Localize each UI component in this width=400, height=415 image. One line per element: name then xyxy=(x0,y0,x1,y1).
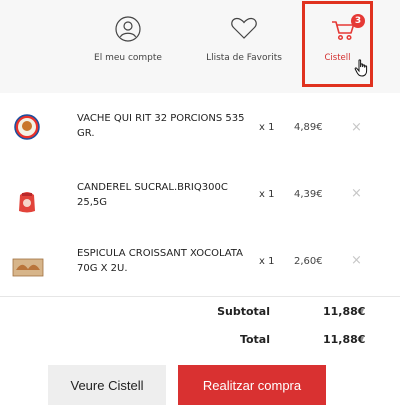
top-header: El meu compte Llista de Favorits 3 Ciste… xyxy=(0,0,400,93)
item-quantity: x 1 xyxy=(259,122,275,133)
cart-count-badge: 3 xyxy=(351,14,365,28)
item-price: 4,89€ xyxy=(294,122,323,133)
nav-account[interactable]: El meu compte xyxy=(72,0,184,93)
divider xyxy=(0,296,400,297)
subtotal-label: Subtotal xyxy=(217,305,270,318)
remove-item-button[interactable]: × xyxy=(351,254,362,267)
nav-account-label: El meu compte xyxy=(94,53,162,63)
item-name[interactable]: VACHE QUI RIT 32 PORCIONS 535 GR. xyxy=(77,111,247,141)
item-price: 2,60€ xyxy=(294,256,323,267)
hand-cursor-icon xyxy=(354,59,370,81)
cart-item: VACHE QUI RIT 32 PORCIONS 535 GR. x 1 4,… xyxy=(0,94,400,174)
nav-favorites-label: Llista de Favorits xyxy=(206,53,282,63)
item-quantity: x 1 xyxy=(259,189,275,200)
nav-favorites[interactable]: Llista de Favorits xyxy=(188,0,300,93)
item-price: 4,39€ xyxy=(294,189,323,200)
item-quantity: x 1 xyxy=(259,256,275,267)
user-icon xyxy=(115,16,141,46)
product-thumbnail xyxy=(12,186,42,216)
item-name[interactable]: ESPICULA CROISSANT XOCOLATA 70G X 2U. xyxy=(77,246,247,276)
remove-item-button[interactable]: × xyxy=(351,121,362,134)
subtotal-value: 11,88€ xyxy=(323,305,366,318)
total-value: 11,88€ xyxy=(323,333,366,346)
checkout-button[interactable]: Realitzar compra xyxy=(178,365,326,405)
product-thumbnail xyxy=(12,112,42,142)
total-label: Total xyxy=(239,333,270,346)
remove-item-button[interactable]: × xyxy=(351,187,362,200)
view-cart-button[interactable]: Veure Cistell xyxy=(48,365,166,405)
nav-cart[interactable]: 3 Cistell xyxy=(302,1,373,87)
product-thumbnail xyxy=(12,254,44,284)
item-name[interactable]: CANDEREL SUCRAL.BRIQ300C 25,5G xyxy=(77,180,247,210)
heart-icon xyxy=(230,16,258,44)
